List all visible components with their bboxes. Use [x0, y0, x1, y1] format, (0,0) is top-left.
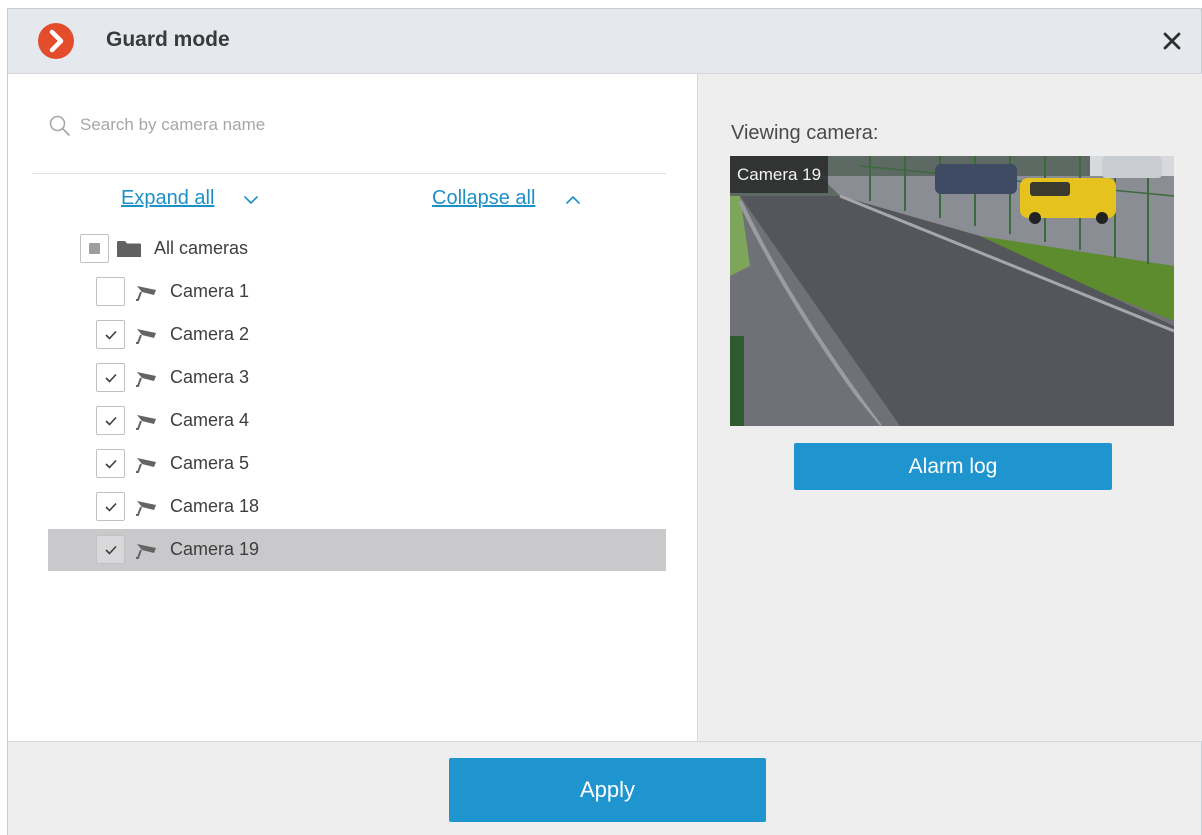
- title-bar: Guard mode: [8, 9, 1201, 74]
- camera-label: Camera 19: [170, 539, 260, 559]
- close-icon: [1163, 32, 1181, 50]
- camera-icon: [136, 286, 156, 301]
- search-box: [32, 106, 666, 174]
- camera-icon: [136, 501, 156, 516]
- tree-item-camera-18[interactable]: Camera 18: [48, 486, 666, 528]
- collapse-all-link[interactable]: Collapse all: [432, 187, 535, 210]
- folder-icon: [117, 241, 141, 257]
- camera-label: Camera 3: [170, 367, 250, 387]
- tree-item-camera-5[interactable]: Camera 5: [48, 443, 666, 485]
- camera-icon: [136, 544, 156, 559]
- camera-label: Camera 5: [170, 453, 250, 473]
- tree-item-camera-19[interactable]: Camera 19: [48, 529, 666, 571]
- partial-check-indicator: [89, 243, 100, 254]
- checkmark-icon: [105, 502, 117, 512]
- camera-checkbox[interactable]: [96, 406, 125, 435]
- tree-root-label: All cameras: [154, 238, 249, 258]
- checkmark-icon: [105, 459, 117, 469]
- checkmark-icon: [105, 330, 117, 340]
- dialog-footer: Apply: [8, 741, 1201, 835]
- camera-label: Camera 4: [170, 410, 250, 430]
- chevron-up-icon[interactable]: [565, 195, 581, 205]
- viewing-camera-heading: Viewing camera:: [731, 122, 879, 144]
- camera-checkbox[interactable]: [96, 363, 125, 392]
- search-input[interactable]: [80, 112, 640, 138]
- apply-button[interactable]: Apply: [449, 758, 766, 822]
- camera-list-pane: Expand all Collapse all All cameras Ca: [8, 74, 698, 741]
- guard-mode-dialog: Guard mode Expand all Collapse all: [7, 8, 1202, 835]
- alarm-log-button[interactable]: Alarm log: [794, 443, 1112, 490]
- close-button[interactable]: [1157, 26, 1187, 56]
- camera-name-overlay: Camera 19: [730, 156, 829, 193]
- chevron-down-icon[interactable]: [243, 195, 259, 205]
- checkmark-icon: [105, 545, 117, 555]
- camera-checkbox[interactable]: [96, 535, 125, 564]
- camera-checkbox[interactable]: [96, 320, 125, 349]
- camera-checkbox[interactable]: [96, 277, 125, 306]
- camera-icon: [136, 329, 156, 344]
- tree-item-camera-2[interactable]: Camera 2: [48, 314, 666, 356]
- checkmark-icon: [105, 416, 117, 426]
- all-cameras-checkbox[interactable]: [80, 234, 109, 263]
- camera-icon: [136, 372, 156, 387]
- camera-preview[interactable]: Camera 19: [730, 156, 1174, 426]
- camera-checkbox[interactable]: [96, 449, 125, 478]
- tree-item-camera-1[interactable]: Camera 1: [48, 271, 666, 313]
- dialog-title: Guard mode: [106, 28, 230, 51]
- tree-root-all-cameras[interactable]: All cameras: [48, 228, 666, 270]
- viewer-pane: Viewing camera: Camera 19 Alarm log: [698, 74, 1202, 741]
- camera-icon: [136, 458, 156, 473]
- expand-all-link[interactable]: Expand all: [121, 187, 214, 210]
- camera-checkbox[interactable]: [96, 492, 125, 521]
- tree-item-camera-3[interactable]: Camera 3: [48, 357, 666, 399]
- app-logo-icon: [38, 23, 74, 59]
- camera-feed-image: [730, 156, 1174, 426]
- checkmark-icon: [105, 373, 117, 383]
- camera-icon: [136, 415, 156, 430]
- camera-label: Camera 1: [170, 281, 250, 301]
- camera-label: Camera 18: [170, 496, 260, 516]
- camera-label: Camera 2: [170, 324, 250, 344]
- search-icon: [49, 115, 70, 136]
- tree-item-camera-4[interactable]: Camera 4: [48, 400, 666, 442]
